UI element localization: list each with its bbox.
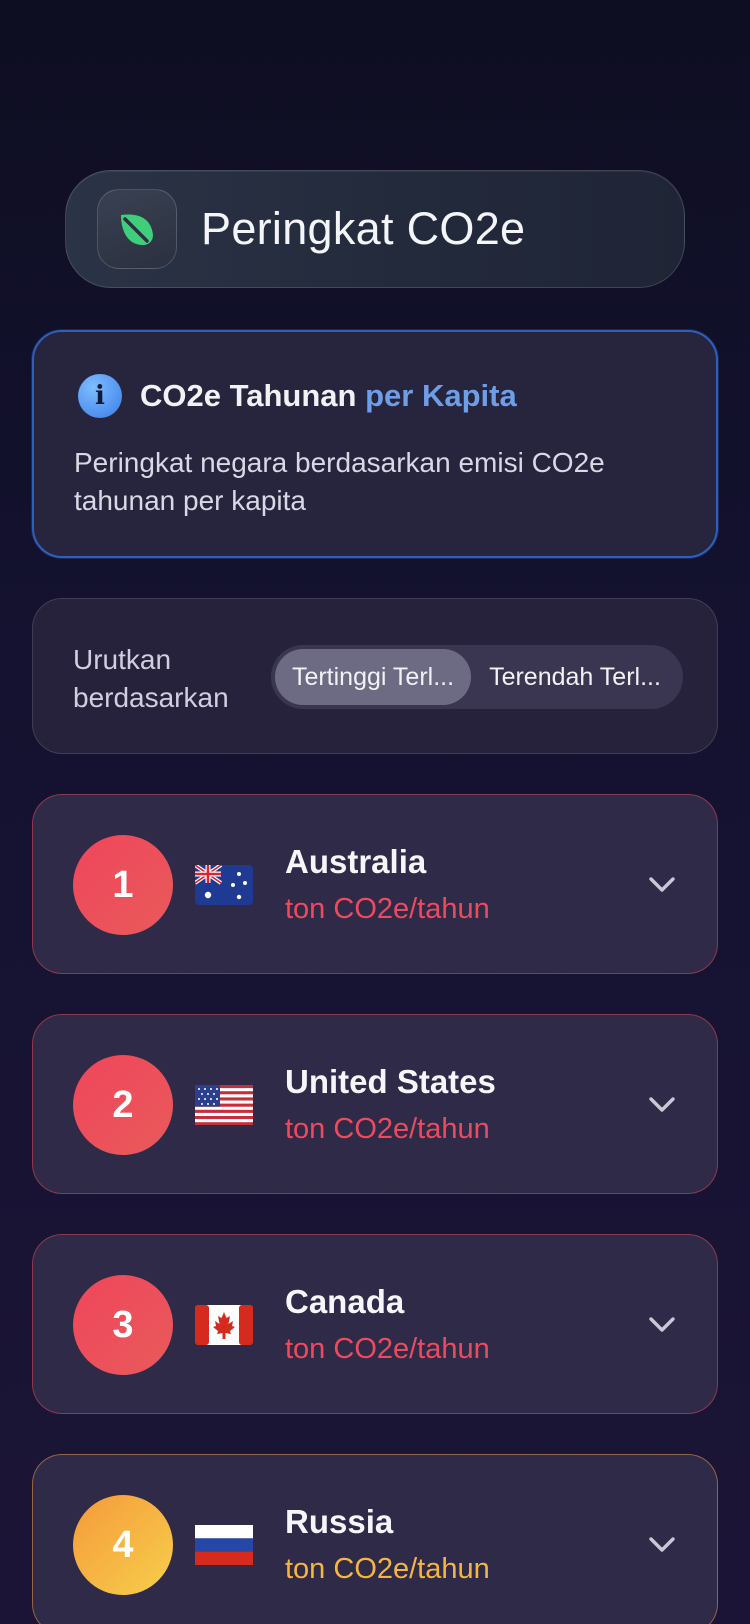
ranking-card-russia[interactable]: 4 Russia ton CO2e/tahun — [32, 1454, 718, 1624]
info-card: i CO2e Tahunan per Kapita Peringkat nega… — [32, 330, 718, 558]
sort-segmented-control[interactable]: Tertinggi Terl... Terendah Terl... — [271, 645, 683, 709]
sort-option-lowest[interactable]: Terendah Terl... — [471, 649, 679, 705]
rank-badge: 2 — [73, 1055, 173, 1155]
rank-badge: 3 — [73, 1275, 173, 1375]
ranking-card-united-states[interactable]: 2 United States ton CO2e/tahun — [32, 1014, 718, 1194]
country-unit: ton CO2e/tahun — [285, 893, 490, 925]
country-unit: ton CO2e/tahun — [285, 1553, 490, 1585]
info-icon: i — [78, 374, 122, 418]
country-unit: ton CO2e/tahun — [285, 1333, 490, 1365]
country-name: Canada — [285, 1283, 405, 1320]
page-title: Peringkat CO2e — [201, 203, 526, 254]
info-heading-accent: per Kapita — [365, 378, 517, 413]
app-header: Peringkat CO2e — [65, 170, 685, 288]
canada-flag-icon — [195, 1305, 253, 1345]
info-heading: CO2e Tahunan per Kapita — [140, 378, 517, 414]
ranking-card-australia[interactable]: 1 Australia ton CO2e/tahun — [32, 794, 718, 974]
australia-flag-icon — [193, 863, 253, 905]
chevron-down-icon[interactable] — [645, 867, 679, 901]
chevron-down-icon[interactable] — [645, 1087, 679, 1121]
country-unit: ton CO2e/tahun — [285, 1113, 490, 1145]
rank-badge: 4 — [73, 1495, 173, 1595]
sort-option-highest[interactable]: Tertinggi Terl... — [275, 649, 471, 705]
chevron-down-icon[interactable] — [645, 1307, 679, 1341]
country-name: Australia — [285, 843, 427, 880]
ranking-card-canada[interactable]: 3 Canada ton CO2e/tahun — [32, 1234, 718, 1414]
russia-flag-icon — [195, 1525, 253, 1565]
info-description: Peringkat negara berdasarkan emisi CO2e … — [74, 447, 605, 516]
country-name: United States — [285, 1063, 496, 1100]
chevron-down-icon[interactable] — [645, 1527, 679, 1561]
sort-card: Urutkan berdasarkan Tertinggi Terl... Te… — [32, 598, 718, 754]
sort-label: Urutkan berdasarkan — [73, 644, 229, 713]
info-heading-main: CO2e Tahunan — [140, 378, 357, 413]
country-name: Russia — [285, 1503, 394, 1540]
rank-badge: 1 — [73, 835, 173, 935]
leaf-icon — [97, 189, 177, 269]
usa-flag-icon — [195, 1085, 253, 1125]
